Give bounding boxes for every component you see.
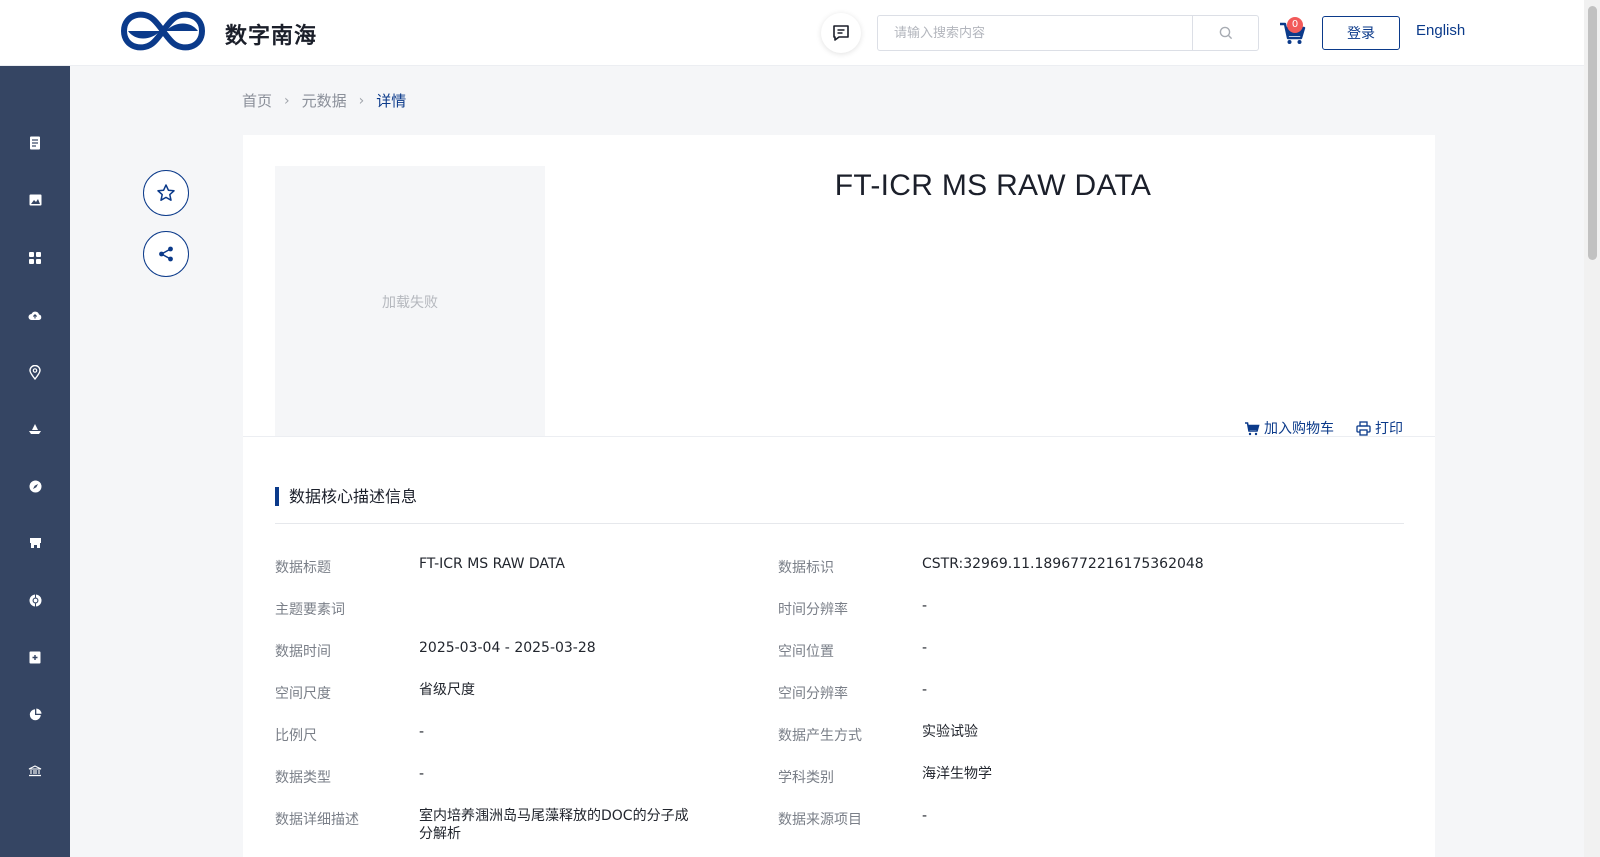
breadcrumb: 首页 › 元数据 › 详情: [242, 90, 406, 111]
meta-label-data-title: 数据标题: [275, 560, 331, 576]
detail-actions: 加入购物车 打印: [243, 418, 1403, 438]
print-button[interactable]: 打印: [1356, 418, 1403, 438]
add-to-cart-button[interactable]: 加入购物车: [1244, 418, 1334, 438]
meta-value-spatial-scale: 省级尺度: [419, 682, 475, 698]
scrollbar-thumb[interactable]: [1588, 6, 1597, 260]
meta-value-discipline: 海洋生物学: [922, 766, 992, 782]
dataset-title: FT-ICR MS RAW DATA: [834, 169, 1152, 202]
meta-value-identifier: CSTR:32969.11.1896772216175362048: [922, 556, 1204, 572]
sidebar-item-store[interactable]: [21, 529, 49, 557]
meta-label-description: 数据详细描述: [275, 812, 359, 828]
cart-icon: [1245, 421, 1260, 435]
sidebar-item-grid[interactable]: [21, 244, 49, 272]
sidebar-item-location[interactable]: [21, 358, 49, 386]
sidebar-item-ship[interactable]: [21, 415, 49, 443]
site-logo[interactable]: [120, 8, 206, 54]
sidebar-item-upload[interactable]: [21, 301, 49, 329]
search-icon: [1219, 26, 1232, 40]
cart-count-badge: 0: [1287, 17, 1303, 33]
meta-label-spatial-scale: 空间尺度: [275, 686, 331, 702]
favorite-button[interactable]: [143, 170, 189, 216]
meta-value-map-scale: -: [419, 724, 425, 740]
search-input[interactable]: [878, 16, 1192, 50]
plus-box-icon: [29, 651, 41, 663]
location-pin-icon: [29, 364, 41, 380]
message-button[interactable]: [821, 13, 861, 53]
divider: [243, 436, 1435, 437]
meta-label-data-type: 数据类型: [275, 770, 331, 786]
sidebar-item-image[interactable]: [21, 186, 49, 214]
meta-value-source-project: -: [922, 808, 928, 824]
chevron-right-icon: ›: [358, 92, 365, 109]
search-box: [877, 15, 1259, 51]
breadcrumb-current: 详情: [376, 92, 407, 110]
meta-label-discipline: 学科类别: [778, 770, 834, 786]
ship-icon: [29, 424, 41, 434]
meta-label-spatial-location: 空间位置: [778, 644, 834, 660]
section-divider: [275, 523, 1404, 524]
search-button[interactable]: [1192, 16, 1258, 50]
meta-label-time-resolution: 时间分辨率: [778, 602, 848, 618]
chevron-right-icon: ›: [284, 92, 290, 109]
site-name[interactable]: 数字南海: [225, 18, 317, 50]
meta-label-data-time: 数据时间: [275, 644, 331, 660]
meta-label-identifier: 数据标识: [778, 560, 834, 576]
star-icon: [157, 184, 175, 201]
top-header: 数字南海 0 登录 English: [0, 0, 1584, 66]
store-icon: [29, 538, 41, 548]
cloud-upload-icon: [28, 311, 42, 320]
share-button[interactable]: [143, 231, 189, 277]
sidebar-item-institution[interactable]: [21, 757, 49, 785]
dataset-thumbnail: 加载失败: [275, 166, 545, 437]
meta-label-keywords: 主题要素词: [275, 602, 345, 618]
meta-value-generation-method: 实验试验: [922, 724, 978, 740]
image-load-failed-text: 加载失败: [382, 294, 438, 311]
grid-icon: [29, 252, 41, 264]
language-switch[interactable]: English: [1416, 22, 1465, 39]
chat-icon: [833, 25, 849, 41]
meta-value-data-time: 2025-03-04 - 2025-03-28: [419, 640, 596, 656]
share-icon: [159, 246, 173, 262]
meta-value-description: 室内培养涠洲岛马尾藻释放的DOC的分子成分解析: [419, 808, 689, 842]
sidebar-item-statistics[interactable]: [21, 700, 49, 728]
sidebar-item-document[interactable]: [21, 129, 49, 157]
login-button[interactable]: 登录: [1322, 16, 1400, 50]
document-icon: [30, 136, 40, 150]
meta-label-source-project: 数据来源项目: [778, 812, 862, 828]
sidebar-item-explore[interactable]: [21, 472, 49, 500]
printer-icon: [1356, 420, 1371, 436]
museum-icon: [28, 765, 42, 777]
meta-value-spatial-location: -: [922, 640, 928, 656]
meta-value-data-type: -: [419, 766, 425, 782]
breadcrumb-home[interactable]: 首页: [242, 90, 272, 111]
detail-card: 加载失败 FT-ICR MS RAW DATA 加入购物车 打印 数据核心描述信…: [243, 135, 1435, 857]
meta-label-generation-method: 数据产生方式: [778, 728, 862, 744]
breadcrumb-metadata[interactable]: 元数据: [302, 90, 347, 111]
meta-value-data-title: FT-ICR MS RAW DATA: [419, 556, 565, 572]
globe-icon: [29, 594, 41, 606]
compass-icon: [29, 480, 41, 492]
sidebar-item-add[interactable]: [21, 643, 49, 671]
sidebar-item-globe[interactable]: [21, 586, 49, 614]
section-title: 数据核心描述信息: [275, 487, 417, 506]
add-to-cart-label: 加入购物车: [1264, 421, 1334, 437]
meta-value-spatial-resolution: -: [922, 682, 928, 698]
meta-label-map-scale: 比例尺: [275, 728, 317, 744]
side-navigation: [0, 66, 70, 857]
meta-label-spatial-resolution: 空间分辨率: [778, 686, 848, 702]
image-icon: [29, 194, 41, 206]
meta-value-time-resolution: -: [922, 598, 928, 614]
print-label: 打印: [1375, 421, 1403, 437]
pie-chart-icon: [29, 708, 41, 720]
